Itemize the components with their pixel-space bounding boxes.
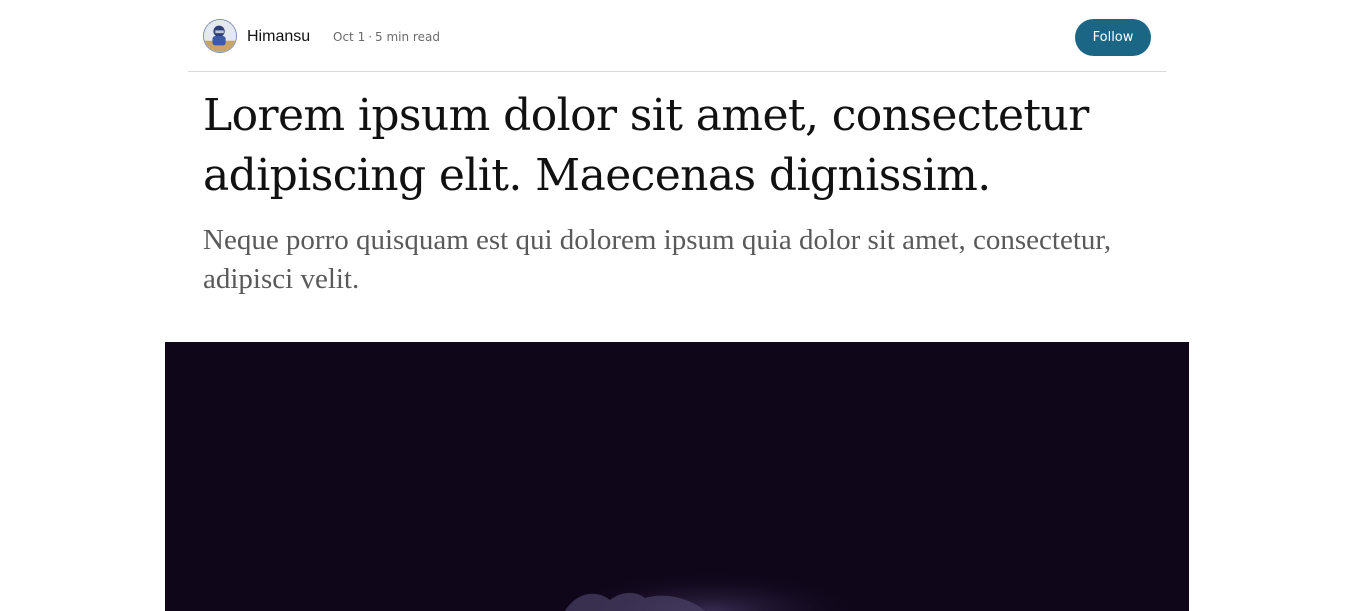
post-meta: Oct 1 · 5 min read: [333, 29, 440, 45]
article-subtitle: Neque porro quisquam est qui dolorem ips…: [203, 224, 1112, 295]
meta-separator: ·: [368, 30, 373, 44]
post-date: Oct 1: [333, 30, 366, 44]
user-avatar-icon: [204, 20, 236, 52]
author-bar: Himansu Oct 1 · 5 min read Follow: [188, 0, 1166, 72]
article-title: Lorem ipsum dolor sit amet, consectetur …: [203, 90, 1089, 201]
hero-image-graphic: [165, 342, 1189, 611]
follow-button[interactable]: Follow: [1075, 19, 1151, 56]
read-time: 5 min read: [375, 30, 440, 44]
hero-image: [165, 342, 1189, 611]
author-avatar[interactable]: [203, 19, 237, 53]
article-page: Himansu Oct 1 · 5 min read Follow Lorem ip…: [0, 0, 1353, 611]
author-name[interactable]: Himansu: [247, 27, 310, 47]
